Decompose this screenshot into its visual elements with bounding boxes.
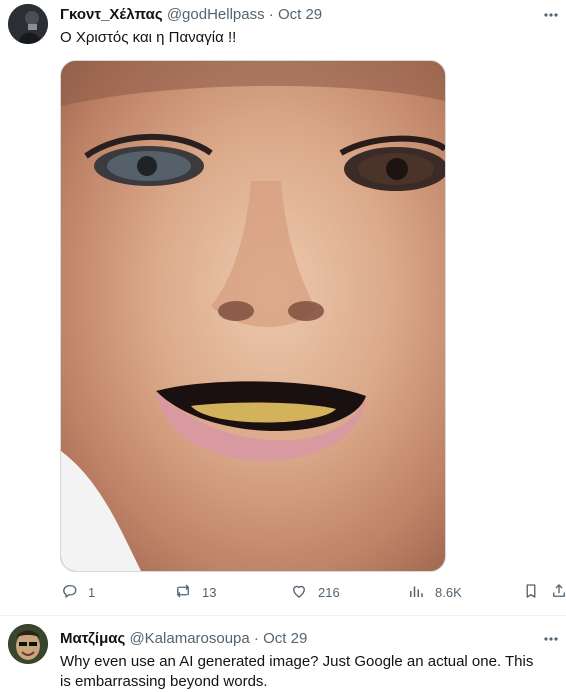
reply-button[interactable]: 1 [60, 580, 95, 604]
separator: · [268, 6, 274, 23]
share-button[interactable] [550, 580, 566, 604]
separator: · [253, 630, 259, 647]
retweet-icon [174, 582, 192, 603]
handle[interactable]: @Kalamarosoupa [129, 630, 249, 647]
display-name[interactable]: Ματζίμας [60, 630, 125, 647]
like-count: 216 [318, 584, 340, 600]
avatar[interactable] [8, 4, 48, 44]
share-icon [550, 582, 566, 603]
more-icon[interactable] [542, 6, 560, 24]
bookmark-button[interactable] [522, 580, 540, 604]
timestamp[interactable]: Oct 29 [278, 6, 322, 23]
tweet-text: Ο Χριστός και η Παναγία !! [60, 29, 237, 46]
display-name[interactable]: Γκοντ_Χέλπας [60, 6, 163, 23]
views-icon [407, 582, 425, 603]
tweet-actions: 1 13 216 8.6K [60, 580, 565, 604]
reply-count: 1 [88, 584, 96, 600]
bookmark-icon [522, 582, 540, 603]
tweet-text: Why even use an AI generated image? Just… [60, 653, 534, 690]
like-button[interactable]: 216 [290, 580, 340, 604]
retweet-count: 13 [202, 584, 217, 600]
reply-icon [60, 582, 78, 603]
tweet[interactable]: Ματζίμας @Kalamarosoupa · Oct 29 Why eve… [0, 616, 566, 690]
tweet-header: Ματζίμας @Kalamarosoupa · Oct 29 [60, 630, 307, 647]
views-count: 8.6K [435, 584, 462, 600]
tweet-media-image[interactable] [60, 60, 446, 572]
more-icon[interactable] [542, 630, 560, 648]
retweet-button[interactable]: 13 [174, 580, 216, 604]
views-button[interactable]: 8.6K [407, 580, 462, 604]
tweet-header: Γκοντ_Χέλπας @godHellpass · Oct 29 [60, 6, 322, 23]
heart-icon [290, 582, 308, 603]
timestamp[interactable]: Oct 29 [263, 630, 307, 647]
handle[interactable]: @godHellpass [167, 6, 265, 23]
avatar[interactable] [8, 624, 48, 664]
tweet[interactable]: Γκοντ_Χέλπας @godHellpass · Oct 29 Ο Χρι… [0, 0, 566, 615]
